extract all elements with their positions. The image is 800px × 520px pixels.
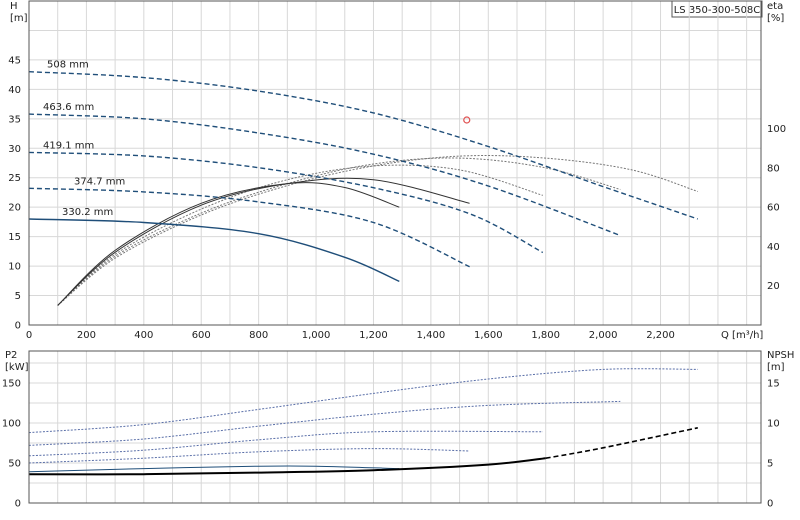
top-ylabel-left-2: [m]: [10, 13, 28, 24]
top-y2-tick-label: 80: [767, 163, 780, 174]
efficiency-curve: [57, 164, 543, 306]
head-curve: [28, 113, 621, 237]
top-y-tick-label: 5: [15, 291, 21, 302]
top-y-tick-label: 35: [8, 114, 21, 125]
head-curve: [28, 187, 470, 268]
x-tick-label: 600: [192, 330, 211, 341]
bottom-y-tick-label: 50: [8, 459, 21, 470]
top-y-tick-label: 30: [8, 144, 21, 155]
title-box: LS 350-300-508C: [671, 0, 763, 18]
head-curve-label: 508 mm: [47, 60, 89, 71]
head-curve-label: 374.7 mm: [74, 176, 125, 187]
top-y-tick-label: 40: [8, 85, 21, 96]
top-y2-tick-label: 20: [767, 281, 780, 292]
top-y-tick-label: 45: [8, 55, 21, 66]
chart-canvas: LS 350-300-508C H [m] eta [%] Q [m³/h] P…: [2, 0, 794, 510]
x-tick-label: 2,200: [646, 330, 675, 341]
x-tick-label: 1,600: [474, 330, 503, 341]
x-tick-label: 1,000: [302, 330, 331, 341]
x-tick-label: 800: [249, 330, 268, 341]
efficiency-curve: [57, 182, 400, 306]
x-axis-label: Q [m³/h]: [721, 330, 763, 341]
efficiency-curve: [57, 177, 470, 306]
x-tick-label: 1,400: [417, 330, 446, 341]
bottom-ylabel-left-2: [kW]: [5, 362, 29, 373]
head-curve-label: 419.1 mm: [43, 140, 94, 151]
bottom-y2-tick-label: 5: [767, 459, 773, 470]
duty-point-marker: [463, 116, 471, 124]
bottom-y-tick-label: 100: [2, 419, 21, 430]
bottom-y-tick-label: 150: [2, 379, 21, 390]
top-y-tick-label: 0: [15, 321, 21, 332]
top-series: 508 mm 463.6 mm 419.1 mm 374.7 mm 330.2 mm: [28, 60, 699, 306]
bottom-y2-tick-label: 15: [767, 379, 780, 390]
bottom-ylabel-left-1: P2: [5, 350, 17, 361]
bottom-ylabel-right-2: [m]: [767, 362, 785, 373]
bottom-grid: [29, 351, 761, 503]
head-curve-label: 330.2 mm: [62, 207, 113, 218]
x-tick-label: 0: [26, 330, 32, 341]
bottom-y2-tick-label: 0: [767, 499, 773, 510]
head-curve: [28, 71, 699, 220]
x-tick-label: 200: [77, 330, 96, 341]
x-tick-label: 1,200: [359, 330, 388, 341]
top-ylabel-left-1: H: [10, 1, 18, 12]
power-curve: [28, 448, 470, 464]
top-y2-tick-label: 100: [767, 124, 786, 135]
top-grid: [29, 1, 761, 325]
x-tick-label: 2,000: [589, 330, 618, 341]
top-y-tick-label: 20: [8, 203, 21, 214]
power-curve: [28, 430, 543, 457]
bottom-ylabel-right-1: NPSH: [767, 350, 794, 361]
top-ylabel-right-1: eta: [767, 1, 783, 12]
bottom-y-tick-label: 0: [15, 499, 21, 510]
x-tick-label: 400: [134, 330, 153, 341]
top-plot-frame: [28, 0, 762, 326]
bottom-y2-tick-label: 10: [767, 419, 780, 430]
head-curve-label: 463.6 mm: [43, 102, 94, 113]
top-y-tick-label: 10: [8, 262, 21, 273]
bottom-series: [28, 368, 698, 476]
top-y2-tick-label: 60: [767, 203, 780, 214]
bottom-plot-frame: [28, 350, 762, 504]
top-y2-tick-label: 40: [767, 242, 780, 253]
chart-title: LS 350-300-508C: [674, 5, 761, 16]
bottom-ticks: 0 50 100 150 0 5 10 15: [2, 379, 780, 510]
x-tick-label: 1,800: [531, 330, 560, 341]
top-y-tick-label: 25: [8, 173, 21, 184]
top-y-tick-label: 15: [8, 232, 21, 243]
pump-performance-chart: LS 350-300-508C H [m] eta [%] Q [m³/h] P…: [0, 0, 800, 520]
top-ylabel-right-2: [%]: [767, 13, 784, 24]
head-curve: [28, 218, 400, 283]
top-ticks: 0 200 400 600 800 1,000 1,200 1,400 1,600 1,800 2,…: [8, 55, 786, 341]
efficiency-curve: [57, 157, 621, 306]
